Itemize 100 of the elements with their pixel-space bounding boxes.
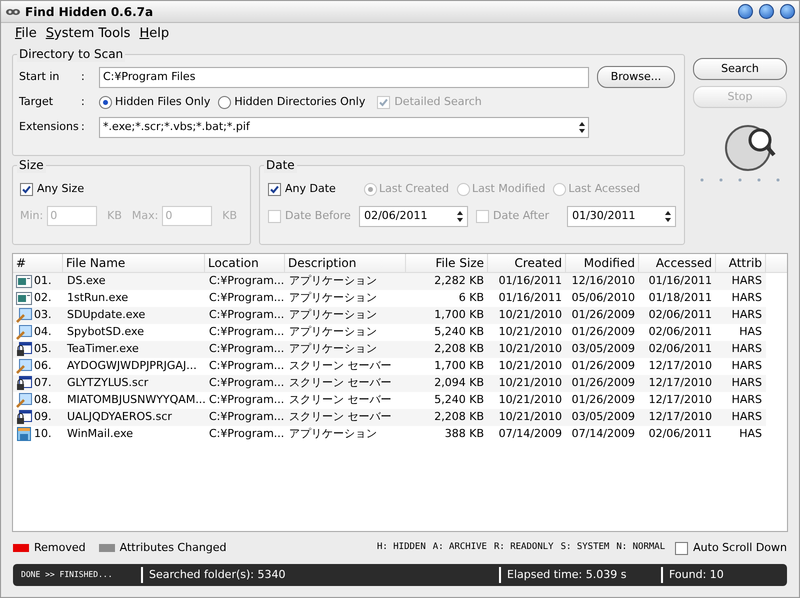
- table-cell-text: HARS: [730, 290, 763, 306]
- table-cell-text: HARS: [730, 273, 763, 290]
- table-cell-text: 10/21/2010: [498, 358, 563, 374]
- table-cell-text: HARS: [730, 409, 763, 426]
- unit-label: KB: [222, 208, 237, 224]
- table-cell-text: HARS: [730, 307, 763, 324]
- table-cell-text: AYDOGWJWDPJPRJGAJ...: [66, 358, 198, 374]
- menu-item[interactable]: System Tools: [46, 24, 130, 44]
- table-cell-text: HAS: [738, 426, 763, 442]
- table-cell-text: 05/06/2010: [570, 290, 636, 306]
- action-button[interactable]: Search: [693, 58, 787, 80]
- table-cell-text: 12/17/2010: [648, 358, 713, 374]
- column-header[interactable]: File Name: [63, 254, 205, 272]
- path-field[interactable]: C:¥Program Files: [99, 66, 589, 88]
- attribute-key: H: HIDDEN: [377, 541, 426, 555]
- table-cell-text: TeaTimer.exe: [66, 341, 140, 358]
- table-cell-text: 07/14/2009: [498, 426, 563, 442]
- menu-item[interactable]: File: [15, 24, 37, 44]
- column-header[interactable]: Accessed: [639, 254, 716, 272]
- field-label: Target: [19, 94, 54, 110]
- group-title: Date: [264, 157, 297, 173]
- wrench-window-icon: [16, 308, 32, 323]
- legend-label: Removed: [34, 540, 86, 556]
- table-cell-text: SpybotSD.exe: [66, 324, 145, 340]
- checkbox[interactable]: [675, 542, 688, 554]
- table-cell-text: 1stRun.exe: [66, 290, 130, 306]
- table-cell-text: アプリケーション: [288, 324, 378, 340]
- maximize-button[interactable]: [759, 4, 774, 19]
- checkbox-label: Auto Scroll Down: [693, 540, 787, 556]
- spinner-icon: [457, 211, 463, 222]
- colon: :: [81, 118, 86, 135]
- browse-button[interactable]: Browse...: [597, 66, 675, 88]
- menu-item[interactable]: Help: [139, 24, 170, 44]
- column-header[interactable]: Created: [488, 254, 566, 272]
- column-header[interactable]: Location: [205, 254, 285, 272]
- table-cell-text: アプリケーション: [288, 307, 378, 324]
- column-header[interactable]: Description: [285, 254, 406, 272]
- table-cell-text: 5,240 KB: [433, 392, 485, 408]
- table-cell-text: 2,094 KB: [433, 375, 485, 392]
- table-cell-text: スクリーン セーバー: [288, 358, 392, 374]
- table-cell-text: C:¥Program...: [208, 273, 285, 290]
- radio-label: Last Created: [379, 180, 449, 197]
- table-cell-text: C:¥Program...: [208, 324, 285, 340]
- table-cell-text: 01/16/2011: [498, 290, 563, 306]
- status-text: Searched folder(s): 5340: [141, 566, 499, 584]
- status-text: Found: 10: [661, 566, 787, 584]
- table-cell-text: 01/26/2009: [570, 324, 636, 340]
- table-cell-text: 01/16/2011: [498, 273, 563, 290]
- spinner-icon: [579, 122, 585, 132]
- legend-label: Attributes Changed: [120, 540, 227, 556]
- table-cell-text: UALJQDYAEROS.scr: [66, 409, 173, 426]
- table-cell-text: スクリーン セーバー: [288, 409, 392, 426]
- table-cell-text: アプリケーション: [288, 426, 378, 442]
- table-cell-text: 12/17/2010: [648, 409, 713, 426]
- field-label: Max:: [132, 208, 158, 224]
- table-cell-text: HAS: [738, 324, 763, 340]
- table-cell-text: 02/06/2011: [648, 426, 713, 442]
- table-cell-text: 10/21/2010: [498, 392, 563, 408]
- table-cell-text: 04.: [34, 324, 52, 340]
- table-cell-text: 07/14/2009: [570, 426, 636, 442]
- table-cell-text: アプリケーション: [288, 341, 378, 358]
- minimize-button[interactable]: [738, 4, 753, 19]
- checkbox-label: Date Before: [285, 208, 351, 224]
- table-cell-text: 01/26/2009: [570, 375, 636, 392]
- table-cell-text: 03/05/2009: [570, 409, 636, 426]
- table-cell-text: 01/16/2011: [648, 273, 713, 290]
- mail-window-icon: [16, 427, 32, 442]
- column-header[interactable]: #: [13, 254, 63, 272]
- table-cell-text: SDUpdate.exe: [66, 307, 146, 324]
- table-cell-text: 09.: [34, 409, 52, 426]
- table-cell-text: アプリケーション: [288, 273, 378, 290]
- table-cell-text: 02/06/2011: [648, 307, 713, 324]
- table-cell-text: HARS: [730, 375, 763, 392]
- table-cell-text: 08.: [34, 392, 52, 408]
- table-cell-text: MIATOMBJUSNWYYQAM...: [66, 392, 205, 408]
- column-header[interactable]: Attrib: [716, 254, 766, 272]
- table-cell-text: 06.: [34, 358, 52, 374]
- unit-label: KB: [107, 208, 122, 224]
- radio-button[interactable]: [99, 96, 112, 108]
- table-cell-text: 02/06/2011: [648, 341, 713, 358]
- table-cell-text: WinMail.exe: [66, 426, 134, 442]
- table-cell-text: 2,208 KB: [433, 341, 485, 358]
- table-cell-text: 03/05/2009: [570, 341, 636, 358]
- table-cell-text: HARS: [730, 358, 763, 374]
- table-cell-text: HARS: [730, 341, 763, 358]
- table-cell-text: C:¥Program...: [208, 307, 285, 324]
- table-cell-text: C:¥Program...: [208, 426, 285, 442]
- column-header[interactable]: Modified: [566, 254, 639, 272]
- spinner-icon: [665, 211, 671, 222]
- extensions-field[interactable]: *.exe;*.scr;*.vbs;*.bat;*.pif: [99, 116, 589, 138]
- table-cell-text: 2,208 KB: [433, 409, 485, 426]
- table-cell-text: C:¥Program...: [208, 409, 285, 426]
- checkbox-label: Any Size: [37, 180, 84, 197]
- table-cell-text: C:¥Program...: [208, 290, 285, 306]
- close-button[interactable]: [780, 4, 795, 19]
- radio-button[interactable]: [218, 96, 232, 108]
- table-cell-text: C:¥Program...: [208, 375, 285, 392]
- field-label: Min:: [20, 208, 44, 224]
- column-header[interactable]: File Size: [406, 254, 488, 272]
- table-cell-text: C:¥Program...: [208, 358, 285, 374]
